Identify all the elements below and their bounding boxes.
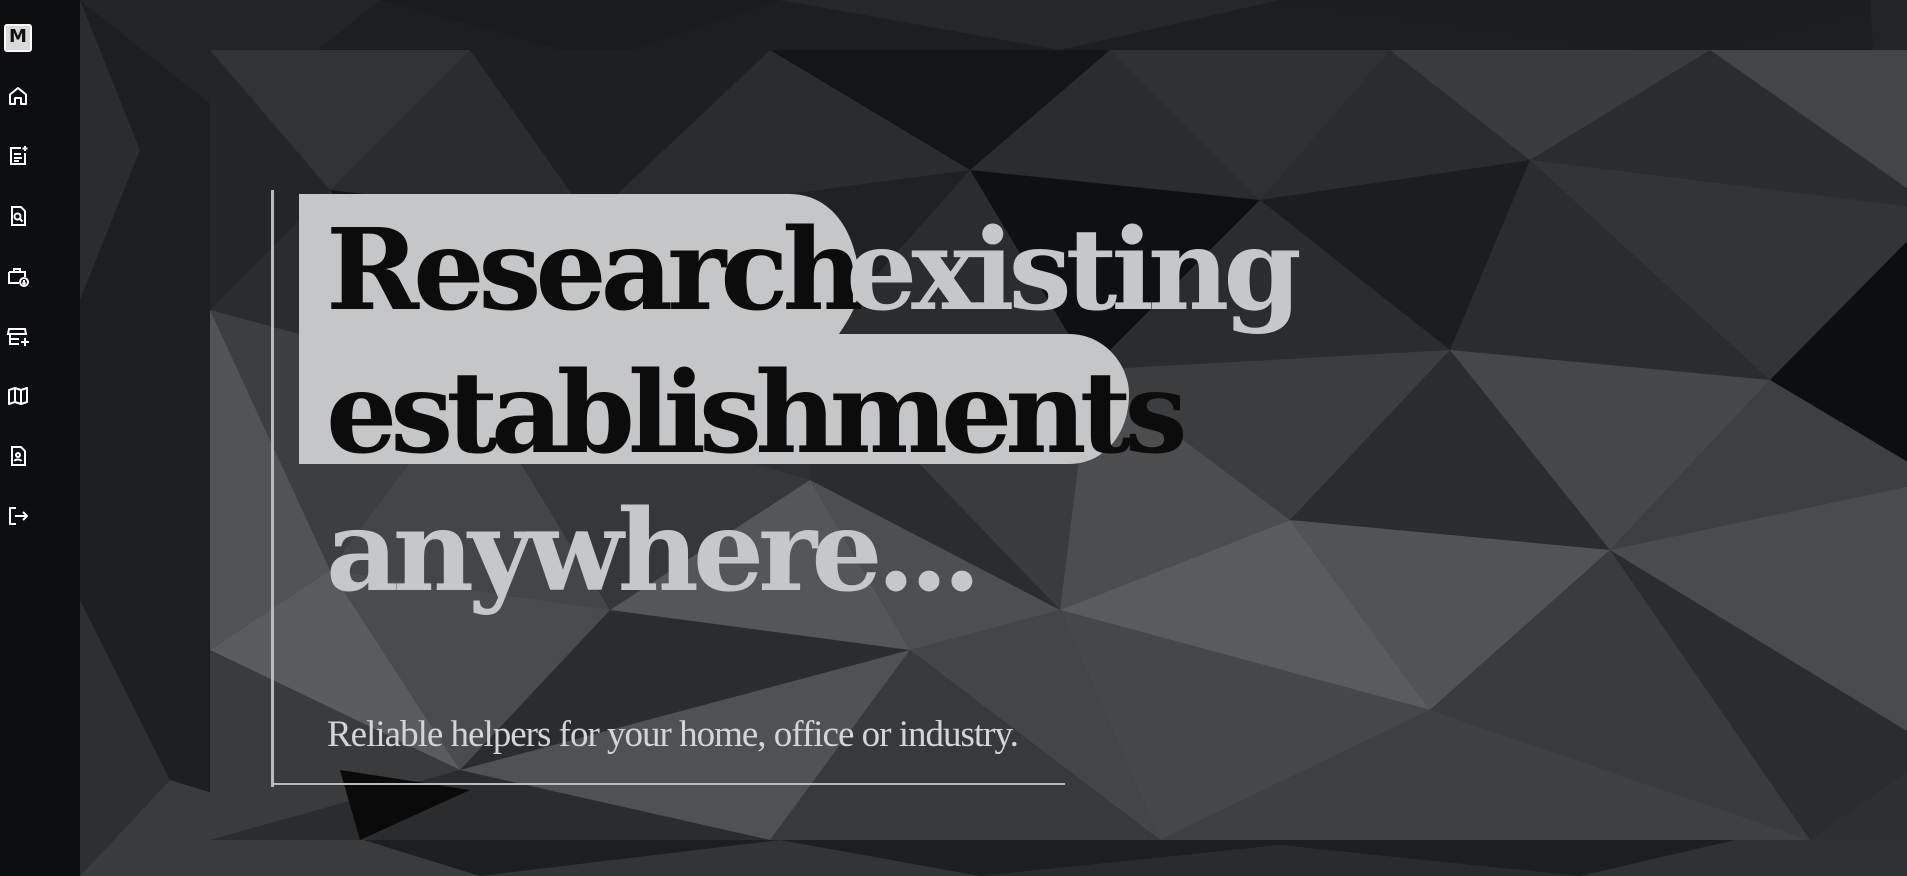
sidebar-item-home[interactable]: [4, 82, 32, 110]
headline-word-existing: existing: [846, 205, 1302, 336]
logout-icon: [9, 507, 28, 525]
store-add-icon: [6, 328, 29, 346]
accent-vertical-line: [271, 190, 274, 787]
map-icon: [8, 387, 28, 405]
headline-word-research: Research: [326, 205, 864, 336]
sidebar-item-map[interactable]: [4, 382, 32, 410]
document-search-icon: [11, 206, 26, 226]
sidebar-item-search-document[interactable]: [4, 202, 32, 230]
headline-word-establishments: establishments: [326, 348, 1187, 479]
home-icon: [9, 87, 27, 105]
sidebar-item-work-download[interactable]: [4, 262, 32, 290]
user-document-icon: [11, 446, 26, 466]
logo-icon[interactable]: M: [4, 24, 32, 52]
note-add-icon: [10, 146, 28, 165]
sidebar-item-logout[interactable]: [4, 502, 32, 530]
logo-letter: M: [4, 24, 32, 52]
hero-banner: Research existing establishments anywher…: [210, 50, 1907, 840]
sidebar-item-notes[interactable]: [4, 142, 32, 170]
briefcase-download-icon: [8, 268, 29, 287]
page-background: Research existing establishments anywher…: [80, 0, 1907, 876]
accent-horizontal-line: [271, 783, 1065, 785]
headline-word-anywhere: anywhere...: [326, 486, 981, 617]
hero-tagline: Reliable helpers for your home, office o…: [327, 714, 1019, 755]
sidebar-item-add-store[interactable]: [4, 322, 32, 350]
sidebar: M: [0, 0, 80, 876]
sidebar-item-contact-document[interactable]: [4, 442, 32, 470]
